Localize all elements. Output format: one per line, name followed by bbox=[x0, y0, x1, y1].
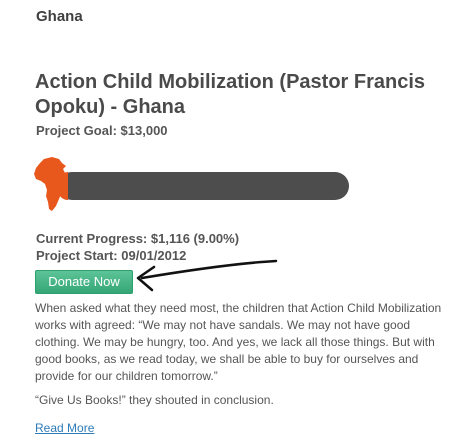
project-title: Action Child Mobilization (Pastor Franci… bbox=[35, 71, 426, 118]
africa-icon bbox=[34, 157, 66, 211]
country-heading: Ghana bbox=[36, 8, 83, 25]
read-more-link[interactable]: Read More bbox=[35, 421, 94, 435]
project-quote: “Give Us Books!” they shouted in conclus… bbox=[35, 393, 274, 407]
progress-value: $1,116 (9.00%) bbox=[150, 231, 240, 246]
arrow-annotation-icon bbox=[136, 259, 278, 292]
progress-bar bbox=[32, 156, 350, 212]
project-description: When asked what they need most, the chil… bbox=[35, 301, 442, 383]
current-progress: Current Progress: $1,116 (9.00%) bbox=[36, 231, 239, 246]
goal-label: Project Goal: bbox=[36, 123, 117, 138]
progress-track bbox=[58, 172, 349, 200]
project-goal: Project Goal: $13,000 bbox=[36, 123, 168, 138]
goal-value: $13,000 bbox=[120, 123, 168, 138]
progress-label: Current Progress: bbox=[36, 231, 148, 246]
start-label: Project Start: bbox=[36, 248, 118, 263]
donate-now-button[interactable]: Donate Now bbox=[35, 270, 133, 294]
